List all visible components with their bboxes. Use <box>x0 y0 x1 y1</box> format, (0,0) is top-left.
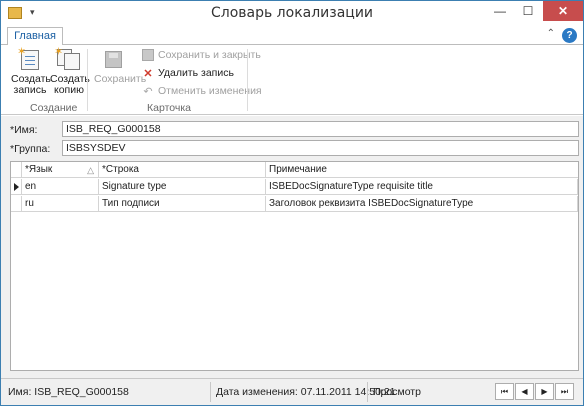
help-icon[interactable]: ? <box>562 28 577 43</box>
name-field[interactable]: ISB_REQ_G000158 <box>62 121 579 137</box>
name-label: *Имя: <box>10 124 38 136</box>
group-label-create: Создание <box>30 102 78 114</box>
save-close-icon <box>142 49 154 61</box>
create-record-label-line2: запись <box>13 84 47 96</box>
current-row-indicator <box>11 179 22 195</box>
cell-string[interactable]: Signature type <box>99 179 266 195</box>
next-record-button[interactable]: ▶ <box>535 383 554 400</box>
status-bar: Имя: ISB_REQ_G000158 Дата изменения: 07.… <box>1 378 583 405</box>
cell-note[interactable]: ISBEDocSignatureType requisite title <box>266 179 578 195</box>
maximize-button[interactable]: ☐ <box>515 1 541 21</box>
group-label: *Группа: <box>10 143 51 155</box>
ribbon-divider <box>247 49 248 111</box>
title-bar: ▾ Словарь локализации — ☐ ✕ <box>1 1 583 27</box>
ribbon-divider <box>87 49 88 111</box>
last-record-button[interactable]: ⏭ <box>555 383 574 400</box>
delete-x-icon: ✕ <box>143 67 153 80</box>
grid-header: *Язык △ *Строка Примечание <box>11 162 578 178</box>
first-record-button[interactable]: ⏮ <box>495 383 514 400</box>
column-header-language-label: *Язык <box>25 164 53 175</box>
floppy-disk-icon <box>100 49 126 71</box>
delete-record-label: Удалить запись <box>158 67 234 79</box>
copy-document-icon: ✶ <box>54 47 82 71</box>
table-row[interactable]: ru Тип подписи Заголовок реквизита ISBED… <box>11 196 578 212</box>
save-and-close-button[interactable]: Сохранить и закрыть <box>142 47 261 63</box>
close-button[interactable]: ✕ <box>543 1 583 21</box>
cell-string[interactable]: Тип подписи <box>99 196 266 212</box>
status-mode: Просмотр <box>373 386 421 398</box>
status-name: Имя: ISB_REQ_G000158 <box>8 386 129 398</box>
column-header-note[interactable]: Примечание <box>266 162 578 178</box>
collapse-ribbon-icon[interactable]: ⌃ <box>547 28 555 39</box>
column-header-string[interactable]: *Строка <box>99 162 266 178</box>
status-divider <box>210 382 211 402</box>
group-field[interactable]: ISBSYSDEV <box>62 140 579 156</box>
cell-note[interactable]: Заголовок реквизита ISBEDocSignatureType <box>266 196 578 212</box>
previous-record-button[interactable]: ◀ <box>515 383 534 400</box>
group-label-card: Карточка <box>147 102 191 114</box>
ribbon-panel: ✶ Создать запись ✶ Создать копию Создани… <box>1 45 583 115</box>
sort-ascending-icon: △ <box>87 165 94 175</box>
tab-home[interactable]: Главная <box>7 27 63 46</box>
localization-dictionary-window: ▾ Словарь локализации — ☐ ✕ Главная ⌃ ? … <box>0 0 584 406</box>
save-button[interactable]: Сохранить <box>94 49 146 99</box>
save-label: Сохранить <box>94 73 147 85</box>
ribbon-tab-bar: Главная ⌃ ? <box>1 27 583 46</box>
undo-icon: ↶ <box>143 85 153 98</box>
new-document-icon: ✶ <box>17 47 43 71</box>
row-indicator <box>11 196 22 212</box>
column-header-language[interactable]: *Язык △ <box>22 162 99 178</box>
create-copy-label-line2: копию <box>54 84 84 96</box>
row-indicator-header <box>11 162 22 178</box>
create-copy-button[interactable]: ✶ Создать копию <box>50 47 90 99</box>
row-pointer-icon <box>14 183 19 191</box>
save-and-close-label: Сохранить и закрыть <box>158 49 261 61</box>
record-form: *Имя: ISB_REQ_G000158 *Группа: ISBSYSDEV… <box>1 116 583 378</box>
cell-language[interactable]: ru <box>22 196 99 212</box>
cell-language[interactable]: en <box>22 179 99 195</box>
table-row[interactable]: en Signature type ISBEDocSignatureType r… <box>11 179 578 195</box>
minimize-button[interactable]: — <box>487 1 513 21</box>
status-divider <box>367 382 368 402</box>
delete-record-button[interactable]: ✕ Удалить запись <box>142 65 234 81</box>
create-record-button[interactable]: ✶ Создать запись <box>11 47 51 99</box>
status-modified-date: Дата изменения: 07.11.2011 14:50:21 <box>216 386 396 398</box>
cancel-changes-button[interactable]: ↶ Отменить изменения <box>142 83 261 99</box>
localization-grid[interactable]: *Язык △ *Строка Примечание en Signature … <box>10 161 579 371</box>
